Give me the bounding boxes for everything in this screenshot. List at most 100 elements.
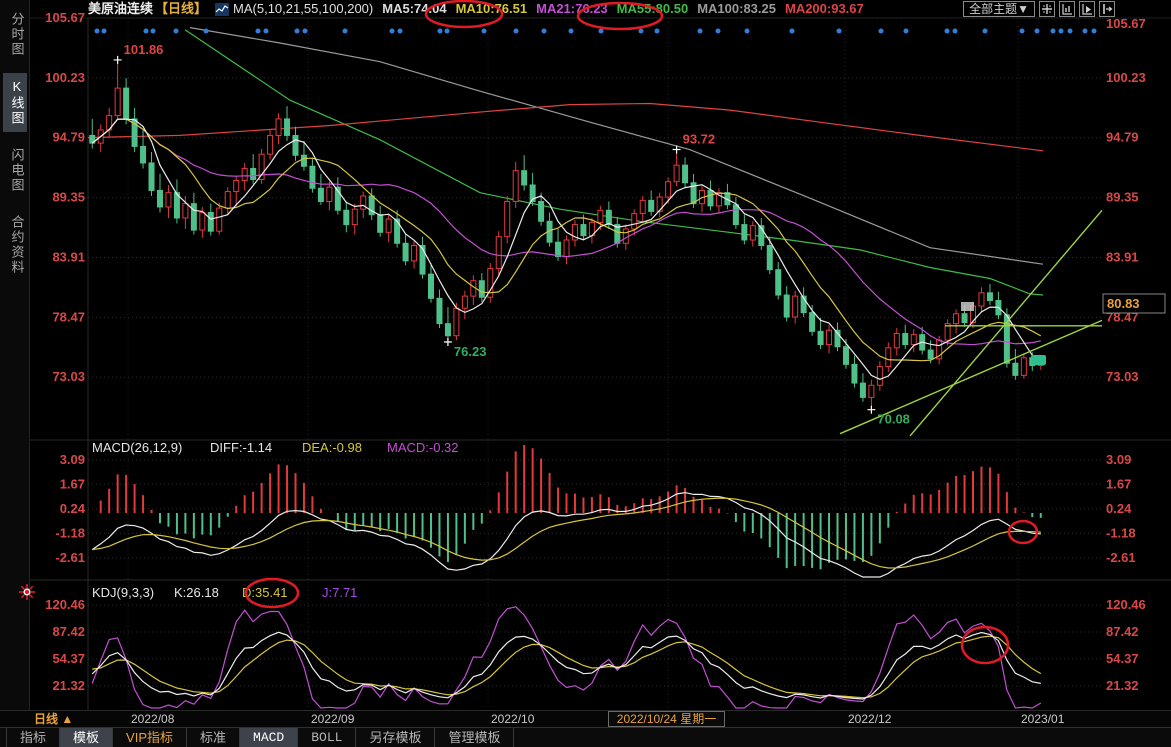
event-dot [398,29,403,34]
candle-body [827,330,832,344]
candle-body [564,240,569,257]
toolbar-tab-1[interactable]: 指标 [6,728,60,747]
kdj-header-label: KDJ(9,3,3) [92,585,154,600]
event-dot [1083,29,1088,34]
candle-body [174,193,179,218]
event-dot [698,29,703,34]
price-axis-label-right: 100.23 [1106,70,1146,85]
candle-body [471,281,476,296]
candle-body [141,146,146,163]
kline-style-icon[interactable] [215,3,229,16]
toolbar-tab-5[interactable]: MACD [240,728,298,747]
macd-axis-label: 1.67 [60,476,85,491]
event-dot [144,29,149,34]
chart-canvas[interactable]: 105.67105.67100.23100.2394.7994.7989.358… [0,0,1171,747]
candle-body [954,314,959,324]
candle-body [835,330,840,347]
candle-body [683,165,688,183]
ma55-line [185,30,1043,295]
event-dot [639,29,644,34]
candle-body [708,190,713,205]
candle-body [666,182,671,197]
candle-body [767,245,772,269]
event-dot [204,29,209,34]
candle-body [725,193,730,205]
price-axis-label-right: 78.47 [1106,309,1139,324]
candle-body [852,364,857,383]
event-dot [438,29,443,34]
candle-body [920,335,925,350]
event-dot [264,29,269,34]
candle-body [234,181,239,192]
price-axis-label-right: 105.67 [1106,16,1146,31]
toolbar-tab-2[interactable]: 模板 [60,728,113,747]
candle-body [285,119,290,136]
crosshair-tool-icon[interactable] [1039,1,1055,17]
ma-value-label: MA200:93.67 [785,1,864,16]
bottom-toolbar: 指标模板VIP指标标准MACDBOLL另存模板管理模板 [0,727,1171,747]
red-circle-annotation [962,627,1008,663]
candle-body [733,205,738,225]
candle-body [344,210,349,224]
kdj-k-line [92,632,1041,699]
swing-cross-marker [673,146,681,154]
candle-body [572,225,577,240]
x-axis-date-label: 2023/01 [1021,711,1064,728]
swing-cross-marker [114,56,122,64]
candle-body [759,226,764,246]
candle-body [1004,315,1009,363]
sidebar-item-kline-chart[interactable]: K线图 [3,73,27,132]
shift-right-icon[interactable] [1099,1,1115,17]
timeframe-selector[interactable]: 日线 ▲ [34,711,73,728]
toolbar-tab-8[interactable]: 管理模板 [435,728,514,747]
price-axis-label-right: 89.35 [1106,190,1139,205]
price-axis-label-left: 73.03 [52,369,85,384]
settlement-price-box [1103,294,1165,313]
candle-body [251,168,256,179]
ma-value-label: MA21:76.23 [536,1,608,16]
trading-terminal: 美原油连续 【日线】 MA(5,10,21,55,100,200) MA5:74… [0,0,1171,747]
ma10-line [92,119,1041,361]
candle-body [657,197,662,211]
candle-body [496,237,501,269]
price-axis-label-left: 100.23 [45,70,85,85]
candle-body [539,201,544,221]
macd-axis-label: -1.18 [1106,525,1136,540]
playback-icon[interactable] [1079,1,1095,17]
macd-diff-line [92,493,1041,577]
event-dot [953,29,958,34]
candle-body [488,269,493,298]
candle-body [877,367,882,386]
event-dot [295,29,300,34]
kdj-j-line [92,607,1041,708]
theme-dropdown-button[interactable]: 全部主题▼ [963,1,1035,17]
axis-scale-icon[interactable] [1059,1,1075,17]
toolbar-tab-6[interactable]: BOLL [298,728,356,747]
event-dot [482,29,487,34]
event-dot [879,29,884,34]
toolbar-tab-4[interactable]: 标准 [187,728,240,747]
event-dot [102,29,107,34]
toolbar-tab-3[interactable]: VIP指标 [113,728,187,747]
event-dot [1035,29,1040,34]
kdj-header-label: K:26.18 [174,585,219,600]
event-dot [343,29,348,34]
toolbar-tab-7[interactable]: 另存模板 [356,728,435,747]
candle-body [784,295,789,317]
candle-body [928,350,933,359]
event-dot [1051,29,1056,34]
sidebar-item-time-chart[interactable]: 分时图 [3,6,27,63]
macd-axis-label: -2.61 [1106,550,1136,565]
sidebar-item-flash-chart[interactable]: 闪电图 [3,142,27,199]
sidebar-item-contract-info[interactable]: 合约资料 [3,209,27,281]
event-dot [542,29,547,34]
event-dot [95,29,100,34]
macd-axis-label: 3.09 [1106,452,1131,467]
candle-body [395,219,400,243]
candle-body [700,190,705,203]
candle-body [1030,358,1035,366]
event-dot [790,29,795,34]
candle-body [1013,363,1018,375]
kdj-header-label: D:35.41 [242,585,288,600]
candle-body [894,334,899,348]
